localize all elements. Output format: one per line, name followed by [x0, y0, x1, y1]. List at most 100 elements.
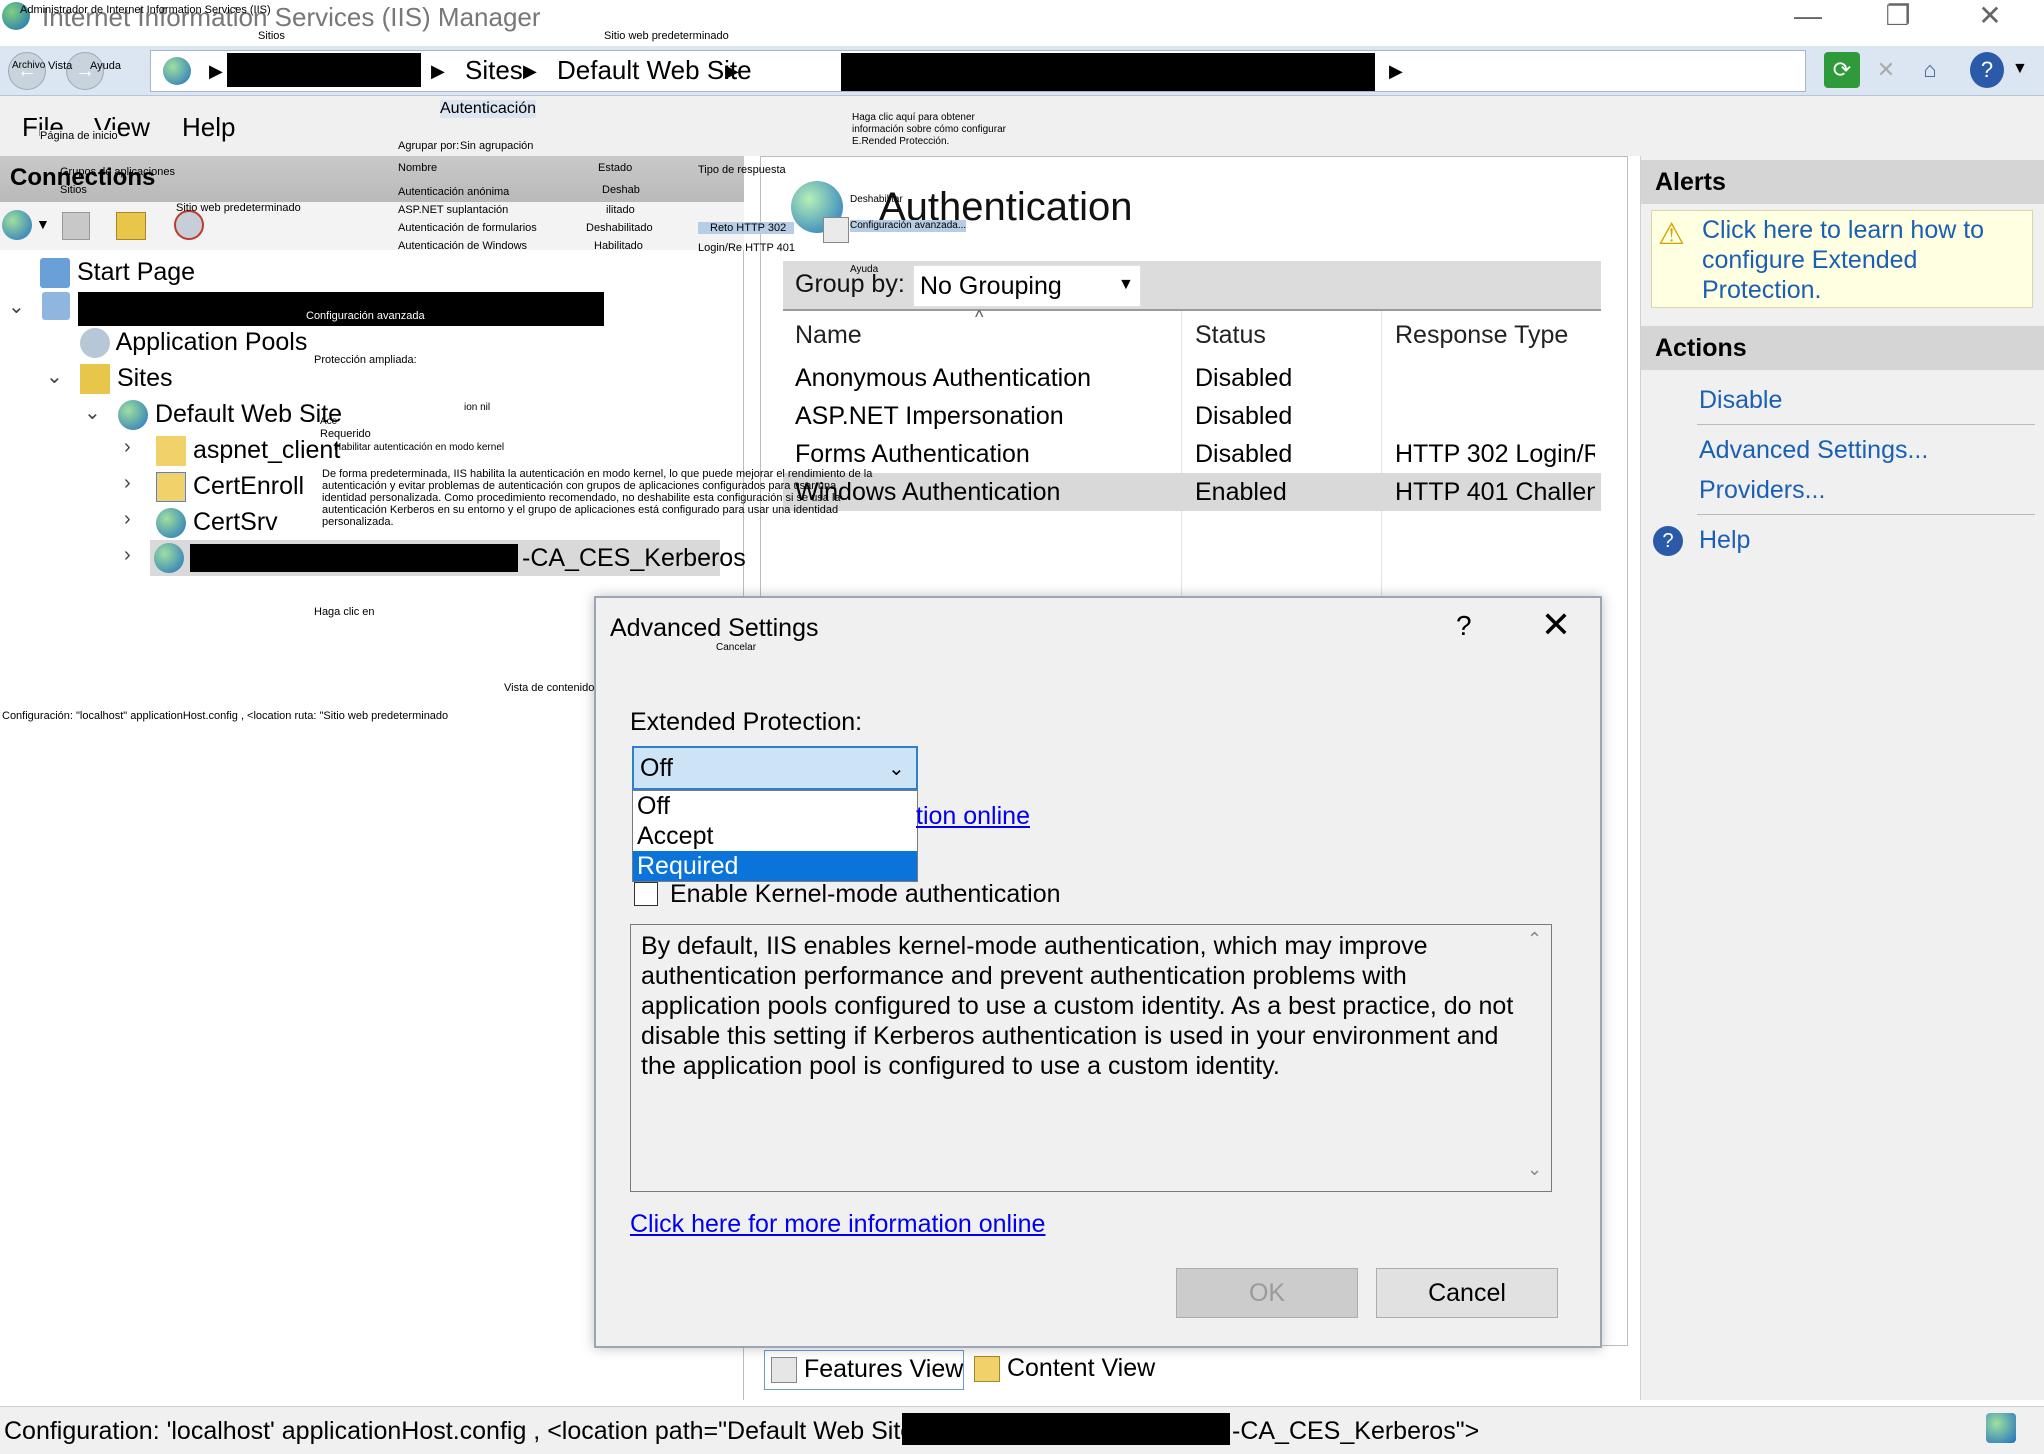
overlay-deshabilitado: Deshabilitado — [586, 222, 653, 234]
tree-item-default-web-site[interactable]: Default Web Site — [118, 400, 342, 434]
more-info-link-partial[interactable]: tion online — [916, 802, 1030, 831]
status-config-prefix: Configuration: 'localhost' applicationHo… — [4, 1417, 922, 1445]
overlay-requerido: Requerido — [320, 428, 371, 440]
overlay-descripcion: De forma predeterminada, IIS habilita la… — [322, 468, 873, 528]
menu-help[interactable]: Help — [182, 112, 235, 143]
scroll-down-icon[interactable]: ⌄ — [1527, 1159, 1542, 1180]
tree-item-aspnet-client[interactable]: aspnet_client — [156, 436, 340, 470]
overlay-vista-contenido: Vista de contenido — [504, 682, 595, 694]
help-action[interactable]: Help — [1699, 526, 1750, 555]
chevron-right-icon[interactable]: › — [124, 436, 131, 459]
divider — [1697, 424, 2035, 425]
advanced-settings-dialog: Advanced Settings ? ✕ Extended Protectio… — [594, 596, 1602, 1348]
dialog-close-button[interactable]: ✕ — [1536, 604, 1576, 646]
chevron-down-icon[interactable]: ⌄ — [84, 400, 101, 425]
chevron-right-icon[interactable]: ▶ — [431, 61, 445, 82]
chevron-down-icon[interactable]: ▼ — [1118, 276, 1134, 294]
tree-item-certsrv[interactable]: CertSrv — [156, 508, 278, 542]
chevron-right-icon[interactable]: › — [124, 508, 131, 531]
column-header-response-type[interactable]: Response Type — [1395, 321, 1568, 350]
table-row-selected[interactable]: Windows Authentication Enabled HTTP 401 … — [783, 473, 1601, 511]
group-by-value: No Grouping — [920, 272, 1062, 300]
help-icon[interactable]: ? — [1970, 52, 2004, 88]
scroll-up-icon[interactable]: ⌃ — [1527, 929, 1542, 950]
home-icon[interactable]: ⌂ — [1912, 52, 1948, 88]
kernel-mode-label: Enable Kernel-mode authentication — [670, 880, 1061, 908]
tab-features-view[interactable]: Features View — [764, 1350, 964, 1390]
table-row[interactable]: Forms Authentication Disabled HTTP 302 L… — [783, 435, 1601, 473]
restore-button[interactable]: ❐ — [1868, 0, 1928, 32]
redacted-app-name — [190, 544, 518, 572]
cell-status: Enabled — [1195, 478, 1287, 506]
disable-action[interactable]: Disable — [1699, 386, 1782, 415]
chevron-right-icon[interactable]: › — [124, 544, 131, 567]
column-header-name[interactable]: Name — [795, 321, 862, 350]
alert-box[interactable]: ⚠ Click here to learn how to configure E… — [1651, 210, 2033, 308]
breadcrumb-sites[interactable]: Sites — [465, 55, 523, 86]
column-header-status[interactable]: Status — [1195, 321, 1266, 350]
chevron-down-icon[interactable]: ⌄ — [8, 294, 25, 319]
overlay-ace: Ace — [320, 416, 338, 427]
option-off[interactable]: Off — [633, 791, 917, 821]
refresh-icon[interactable]: ⟳ — [1824, 52, 1860, 88]
tree-item-start-page[interactable]: Start Page — [40, 258, 195, 292]
chevron-right-icon[interactable]: ▶ — [1389, 61, 1403, 82]
overlay-sin-agrupacion: Sin agrupación — [460, 140, 534, 152]
connect-globe-icon[interactable] — [2, 210, 32, 240]
chevron-right-icon[interactable]: ▶ — [209, 61, 223, 82]
option-required[interactable]: Required — [633, 851, 917, 881]
advanced-settings-action[interactable]: Advanced Settings... — [1699, 436, 1928, 465]
extended-protection-alert-link[interactable]: Click here to learn how to configure Ext… — [1702, 215, 2022, 305]
redacted-site-name — [841, 53, 1375, 91]
providers-action[interactable]: Providers... — [1699, 476, 1825, 505]
address-bar: ← → ▶ ▶ Sites ▶ Default Web Site ▶ ▶ ⟳ ✕… — [0, 46, 2044, 96]
overlay-ayuda: Ayuda — [90, 60, 121, 72]
cell-response: HTTP 302 Login/Re — [1395, 440, 1595, 468]
tree-item-label: CertSrv — [192, 508, 278, 536]
tab-label: Features View — [803, 1355, 964, 1383]
folder-icon[interactable] — [116, 212, 146, 240]
chevron-right-icon[interactable]: ▶ — [523, 61, 537, 82]
overlay-vista: Vista — [48, 60, 73, 72]
save-icon[interactable] — [62, 212, 90, 240]
tree-item-certenroll[interactable]: CertEnroll — [156, 472, 304, 506]
more-info-link[interactable]: Click here for more information online — [630, 1210, 1045, 1239]
overlay-autenticacion: Autenticación — [440, 100, 537, 118]
address-path[interactable]: ▶ ▶ Sites ▶ Default Web Site ▶ ▶ — [150, 50, 1806, 92]
tree-item-application-pools[interactable]: Application Pools — [80, 328, 307, 362]
overlay-haga-clic-info: Haga clic aquí para obtener información … — [852, 112, 1006, 147]
chevron-down-icon[interactable]: ▼ — [36, 216, 50, 232]
table-row[interactable]: Anonymous Authentication Disabled — [783, 359, 1601, 397]
group-by-select[interactable]: No Grouping ▼ — [913, 265, 1141, 307]
chevron-down-icon[interactable]: ▼ — [2012, 60, 2028, 78]
chevron-right-icon[interactable]: ▶ — [725, 61, 739, 82]
chevron-down-icon[interactable]: ⌄ — [46, 364, 63, 389]
minimize-button[interactable]: — — [1778, 0, 1838, 32]
breadcrumb-default-web-site[interactable]: Default Web Site — [557, 55, 752, 86]
stop-icon[interactable]: ✕ — [1868, 52, 1904, 88]
ok-button[interactable]: OK — [1176, 1268, 1358, 1318]
tree-item-label: -CA_CES_Kerberos — [522, 544, 746, 572]
document-icon — [823, 217, 849, 243]
overlay-sitio-web-tree: Sitio web predeterminado — [176, 202, 301, 214]
app-pools-icon — [80, 328, 110, 359]
overlay-archivo: Archivo — [12, 60, 46, 71]
close-window-button[interactable]: ✕ — [1960, 0, 2020, 32]
overlay-auth-windows: Autenticación de Windows — [398, 240, 528, 252]
tab-content-view[interactable]: Content View — [968, 1350, 1168, 1390]
kernel-mode-checkbox[interactable] — [634, 882, 658, 906]
overlay-config-avanzada-link: Configuración avanzada... — [850, 220, 967, 232]
option-accept[interactable]: Accept — [633, 821, 917, 851]
cancel-button[interactable]: Cancel — [1376, 1268, 1558, 1318]
tree-item-sites[interactable]: Sites — [80, 364, 173, 398]
tree-item-kerberos-selected[interactable]: -CA_CES_Kerberos — [150, 540, 746, 576]
extended-protection-select[interactable]: Off ⌄ — [632, 746, 918, 790]
dialog-help-button[interactable]: ? — [1456, 610, 1472, 642]
overlay-auth-formularios: Autenticación de formularios — [398, 222, 537, 234]
overlay-auth-anonima: Autenticación anónima — [398, 186, 510, 198]
disconnect-icon[interactable] — [174, 210, 204, 240]
chevron-down-icon[interactable]: ⌄ — [888, 756, 905, 781]
chevron-right-icon[interactable]: › — [124, 472, 131, 495]
table-row[interactable]: ASP.NET Impersonation Disabled — [783, 397, 1601, 435]
globe-icon — [163, 57, 191, 85]
